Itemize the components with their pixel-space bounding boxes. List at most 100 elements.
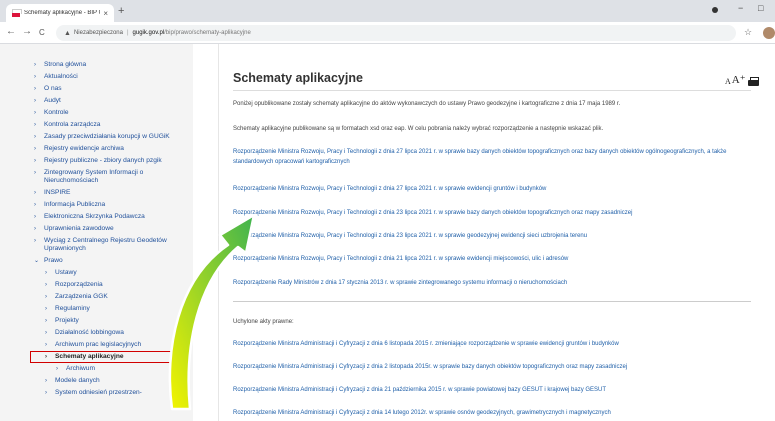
forward-button[interactable]: →: [22, 26, 32, 37]
regulation-link[interactable]: Rozporządzenie Rady Ministrów z dnia 17 …: [233, 278, 753, 288]
chevron-right-icon: ›: [34, 86, 36, 92]
tab-close-button[interactable]: ×: [103, 9, 108, 18]
font-decrease-button[interactable]: A: [725, 77, 731, 86]
chevron-right-icon: ›: [34, 190, 36, 196]
sidebar-item-label: Ustawy: [55, 269, 77, 276]
chevron-right-icon: ›: [34, 146, 36, 152]
chevron-right-icon: ›: [34, 238, 36, 244]
repealed-link[interactable]: Rozporządzenie Ministra Administracji i …: [233, 339, 753, 349]
url-separator: |: [126, 30, 129, 36]
intro-text: Poniżej opublikowane zostały schematy ap…: [233, 101, 621, 107]
sidebar-item[interactable]: › Audyt: [34, 97, 184, 105]
browser-toolbar: ← → C ▲ Niezabezpieczona | gugik.gov.pl …: [0, 22, 775, 44]
sidebar-item[interactable]: › Zintegrowany System Informacji o Nieruc…: [34, 169, 184, 185]
back-button[interactable]: ←: [6, 26, 16, 37]
sidebar-item-label: Prawo: [44, 257, 63, 264]
chevron-right-icon: ›: [45, 306, 47, 312]
sidebar-item[interactable]: › Rejestry publiczne - zbiory danych pzgi…: [34, 157, 184, 165]
chevron-right-icon: ›: [45, 330, 47, 336]
sidebar-item-label: Strona główna: [44, 61, 87, 68]
sidebar-item[interactable]: › INSPIRE: [34, 189, 184, 197]
chevron-right-icon: ›: [34, 122, 36, 128]
sidebar-item[interactable]: › Kontrole: [34, 109, 184, 117]
sidebar-item-label: Kontrole: [44, 109, 69, 116]
chevron-right-icon: ›: [34, 110, 36, 116]
bookmark-star-icon[interactable]: ☆: [744, 27, 752, 38]
chevron-right-icon: ›: [34, 226, 36, 232]
annotation-arrow-icon: [168, 213, 256, 411]
page-title: Schematy aplikacyjne: [233, 71, 363, 85]
sidebar-item-label: Zintegrowany System Informacji o Nieruch…: [44, 169, 144, 184]
chevron-down-icon: ⌄: [34, 258, 40, 264]
regulation-link[interactable]: Rozporządzenie Ministra Rozwoju, Pracy i…: [233, 184, 753, 194]
font-tools: A A⁺: [725, 73, 759, 86]
reload-button[interactable]: C: [39, 28, 45, 37]
sidebar-item-label: Działalność lobbingowa: [55, 329, 124, 336]
chevron-right-icon: ›: [45, 270, 47, 276]
section-divider: [233, 301, 751, 302]
sidebar-item-label: Modele danych: [55, 377, 100, 384]
sidebar-item[interactable]: › Strona główna: [34, 61, 184, 69]
window-maximize-button[interactable]: □: [758, 3, 763, 13]
sidebar-item-label: Zarządzenia GGK: [55, 293, 108, 300]
favicon-icon: [12, 9, 22, 17]
warning-icon: ▲: [64, 29, 71, 37]
sidebar-item-label: Rejestry ewidencje archiwa: [44, 145, 124, 152]
page: › Strona główna › Aktualności › O nas › Audyt › K…: [0, 44, 775, 421]
repealed-heading: Uchylone akty prawne:: [233, 319, 294, 325]
sidebar-item-label: Rozporządzenia: [55, 281, 103, 288]
sidebar-item-label: Elektroniczna Skrzynka Podawcza: [44, 213, 145, 220]
sidebar-item-label: System odniesień przestrzen-: [55, 389, 142, 396]
chevron-right-icon: ›: [45, 390, 47, 396]
regulation-link[interactable]: Rozporządzenie Ministra Rozwoju, Pracy i…: [233, 231, 753, 241]
sidebar-item[interactable]: › Rejestry ewidencje archiwa: [34, 145, 184, 153]
repealed-link[interactable]: Rozporządzenie Ministra Administracji i …: [233, 408, 753, 418]
chevron-right-icon: ›: [45, 378, 47, 384]
new-tab-button[interactable]: +: [118, 5, 124, 17]
chevron-right-icon: ›: [34, 98, 36, 104]
chevron-right-icon: ›: [34, 62, 36, 68]
record-icon[interactable]: [712, 7, 718, 13]
sidebar-item[interactable]: › Aktualności: [34, 73, 184, 81]
sidebar-item[interactable]: › O nas: [34, 85, 184, 93]
address-bar[interactable]: ▲ Niezabezpieczona | gugik.gov.pl /bip/p…: [56, 25, 736, 41]
title-divider: [233, 90, 751, 91]
sidebar-item-label: INSPIRE: [44, 189, 71, 196]
sidebar-item-label: Archiwum: [66, 365, 95, 372]
chevron-right-icon: ›: [34, 158, 36, 164]
sidebar-item-label: O nas: [44, 85, 62, 92]
repealed-link[interactable]: Rozporządzenie Ministra Administracji i …: [233, 385, 753, 395]
sidebar-item-label: Rejestry publiczne - zbiory danych pzgik: [44, 157, 162, 164]
chevron-right-icon: ›: [45, 282, 47, 288]
chevron-right-icon: ›: [34, 74, 36, 80]
sidebar-item-label: Kontrola zarządcza: [44, 121, 101, 128]
chevron-right-icon: ›: [45, 342, 47, 348]
sidebar-item[interactable]: › Kontrola zarządcza: [34, 121, 184, 129]
security-label: Niezabezpieczona: [73, 30, 123, 36]
sidebar-item-label: Zasady przeciwdziałania korupcji w GUGiK: [44, 133, 170, 140]
regulation-link[interactable]: Rozporządzenie Ministra Rozwoju, Pracy i…: [233, 147, 753, 167]
chevron-right-icon: ›: [34, 214, 36, 220]
url-host: gugik.gov.pl: [132, 30, 165, 36]
chevron-right-icon: ›: [34, 170, 36, 176]
browser-tab-bar: Schematy aplikacyjne - BIP GUGiK × + − □: [0, 0, 775, 22]
window-minimize-button[interactable]: −: [738, 3, 743, 13]
sidebar-item-label: Projekty: [55, 317, 79, 324]
sidebar-item-label: Archiwum prac legislacyjnych: [55, 341, 142, 348]
url-path: /bip/prawo/schematy-aplikacyjne: [164, 30, 251, 36]
print-icon[interactable]: [747, 77, 759, 86]
repealed-link[interactable]: Rozporządzenie Ministra Administracji i …: [233, 362, 753, 372]
chevron-right-icon: ›: [34, 134, 36, 140]
sidebar-item[interactable]: › Zasady przeciwdziałania korupcji w GUGi…: [34, 133, 184, 141]
main-content: Schematy aplikacyjne A A⁺ Poniżej opubli…: [218, 44, 763, 421]
sidebar-item-label: Regulaminy: [55, 305, 90, 312]
sidebar-item-label: Uprawnienia zawodowe: [44, 225, 114, 232]
regulation-link[interactable]: Rozporządzenie Ministra Rozwoju, Pracy i…: [233, 254, 753, 264]
sidebar-item[interactable]: › Informacja Publiczna: [34, 201, 184, 209]
regulation-link[interactable]: Rozporządzenie Ministra Rozwoju, Pracy i…: [233, 208, 753, 218]
browser-tab[interactable]: Schematy aplikacyjne - BIP GUGiK ×: [6, 4, 114, 22]
font-increase-button[interactable]: A⁺: [732, 73, 746, 86]
sidebar-item-label: Informacja Publiczna: [44, 201, 106, 208]
chevron-right-icon: ›: [45, 294, 47, 300]
profile-avatar[interactable]: [763, 27, 775, 39]
